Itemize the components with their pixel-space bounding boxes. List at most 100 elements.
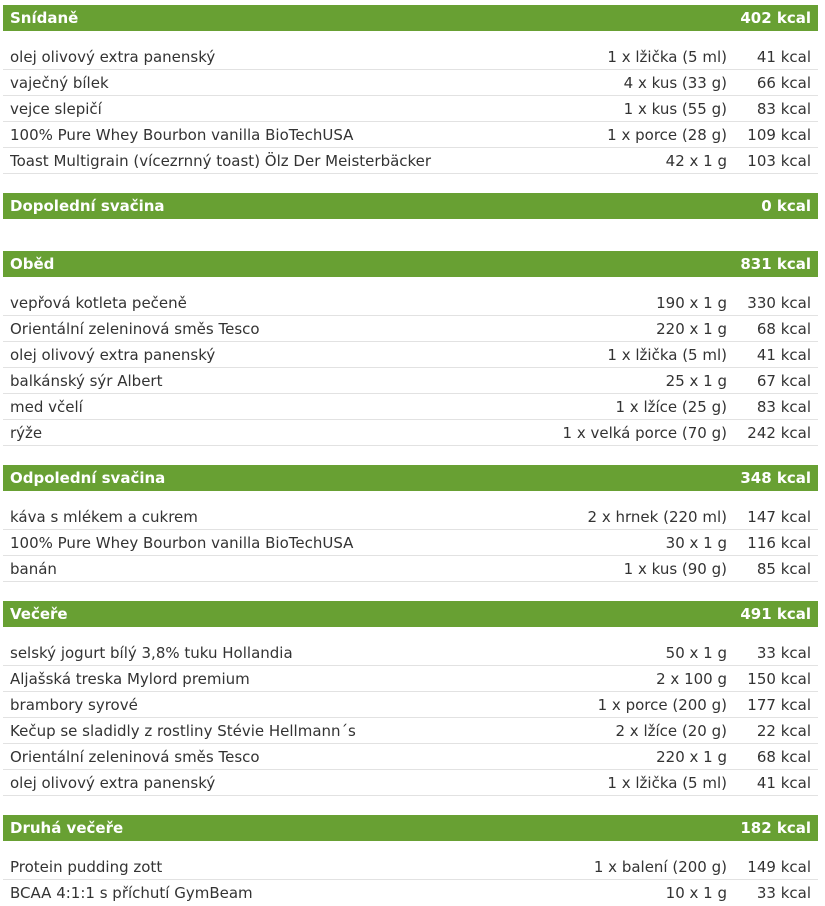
food-kcal: 33 kcal (756, 643, 811, 662)
meal-title: Druhá večeře (10, 819, 124, 837)
food-amount: 2 x hrnek (220 ml) (587, 507, 727, 526)
food-name: olej olivový extra panenský (10, 345, 216, 364)
meal-header: Druhá večeře 182 kcal (3, 815, 818, 841)
food-name: balkánský sýr Albert (10, 371, 163, 390)
meal-header: Dopolední svačina 0 kcal (3, 193, 818, 219)
food-row[interactable]: olej olivový extra panenský 1 x lžička (… (3, 770, 818, 796)
food-row[interactable]: vepřová kotleta pečeně 190 x 1 g 330 kca… (3, 290, 818, 316)
food-row[interactable]: Kečup se sladidly z rostliny Stévie Hell… (3, 718, 818, 744)
food-row[interactable]: rýže 1 x velká porce (70 g) 242 kcal (3, 420, 818, 446)
food-amount: 1 x lžička (5 ml) (607, 47, 727, 66)
food-name: Kečup se sladidly z rostliny Stévie Hell… (10, 721, 356, 740)
food-name: olej olivový extra panenský (10, 47, 216, 66)
food-name: 100% Pure Whey Bourbon vanilla BioTechUS… (10, 125, 354, 144)
food-name: vepřová kotleta pečeně (10, 293, 187, 312)
food-kcal: 242 kcal (747, 423, 811, 442)
food-kcal: 33 kcal (756, 884, 811, 902)
food-amount: 1 x lžička (5 ml) (607, 345, 727, 364)
food-row[interactable]: Orientální zeleninová směs Tesco 220 x 1… (3, 744, 818, 770)
food-row[interactable]: 100% Pure Whey Bourbon vanilla BioTechUS… (3, 530, 818, 556)
food-name: vejce slepičí (10, 99, 102, 118)
food-kcal: 41 kcal (756, 345, 811, 364)
food-row[interactable]: Aljašská treska Mylord premium 2 x 100 g… (3, 666, 818, 692)
food-amount: 1 x balení (200 g) (593, 857, 727, 876)
food-name: banán (10, 559, 57, 578)
food-name: Orientální zeleninová směs Tesco (10, 319, 260, 338)
food-amount: 1 x velká porce (70 g) (562, 423, 727, 442)
food-row[interactable]: káva s mlékem a cukrem 2 x hrnek (220 ml… (3, 504, 818, 530)
food-name: Toast Multigrain (vícezrnný toast) Ölz D… (10, 151, 432, 170)
food-row[interactable]: Protein pudding zott 1 x balení (200 g) … (3, 854, 818, 880)
food-row[interactable]: brambory syrové 1 x porce (200 g) 177 kc… (3, 692, 818, 718)
food-kcal: 147 kcal (747, 507, 811, 526)
food-row[interactable]: selský jogurt bílý 3,8% tuku Hollandia 5… (3, 640, 818, 666)
food-kcal: 149 kcal (747, 857, 811, 876)
food-amount: 30 x 1 g (665, 533, 727, 552)
food-name: káva s mlékem a cukrem (10, 507, 198, 526)
food-amount: 4 x kus (33 g) (623, 73, 727, 92)
meal-druha-vecere: Druhá večeře 182 kcal Protein pudding zo… (3, 815, 818, 906)
food-name: olej olivový extra panenský (10, 773, 216, 792)
food-amount: 220 x 1 g (656, 319, 727, 338)
meal-title: Odpolední svačina (10, 469, 166, 487)
food-name: rýže (10, 423, 43, 442)
food-kcal: 177 kcal (747, 695, 811, 714)
food-kcal: 116 kcal (747, 533, 811, 552)
food-amount: 50 x 1 g (665, 643, 727, 662)
food-kcal: 68 kcal (756, 747, 811, 766)
food-amount: 10 x 1 g (665, 884, 727, 902)
meal-title: Dopolední svačina (10, 197, 165, 215)
meal-header: Večeře 491 kcal (3, 601, 818, 627)
food-name: 100% Pure Whey Bourbon vanilla BioTechUS… (10, 533, 354, 552)
food-row[interactable]: vejce slepičí 1 x kus (55 g) 83 kcal (3, 96, 818, 122)
meal-title: Večeře (10, 605, 68, 623)
meal-header: Odpolední svačina 348 kcal (3, 465, 818, 491)
food-amount: 1 x porce (28 g) (607, 125, 727, 144)
food-kcal: 150 kcal (747, 669, 811, 688)
meal-dopoledni-svacina: Dopolední svačina 0 kcal (3, 193, 818, 219)
food-kcal: 66 kcal (756, 73, 811, 92)
food-amount: 1 x kus (90 g) (623, 559, 727, 578)
meal-items: káva s mlékem a cukrem 2 x hrnek (220 ml… (3, 491, 818, 582)
food-row[interactable]: olej olivový extra panenský 1 x lžička (… (3, 342, 818, 368)
food-row[interactable]: med včelí 1 x lžíce (25 g) 83 kcal (3, 394, 818, 420)
meal-header: Oběd 831 kcal (3, 251, 818, 277)
food-kcal: 83 kcal (756, 397, 811, 416)
meal-items: vepřová kotleta pečeně 190 x 1 g 330 kca… (3, 277, 818, 446)
food-name: med včelí (10, 397, 83, 416)
food-row[interactable]: olej olivový extra panenský 1 x lžička (… (3, 44, 818, 70)
meal-obed: Oběd 831 kcal vepřová kotleta pečeně 190… (3, 251, 818, 446)
food-name: selský jogurt bílý 3,8% tuku Hollandia (10, 643, 293, 662)
meal-total-kcal: 491 kcal (740, 605, 811, 623)
meal-items: olej olivový extra panenský 1 x lžička (… (3, 31, 818, 174)
food-amount: 1 x kus (55 g) (623, 99, 727, 118)
meal-total-kcal: 831 kcal (740, 255, 811, 273)
food-row[interactable]: Toast Multigrain (vícezrnný toast) Ölz D… (3, 148, 818, 174)
food-kcal: 68 kcal (756, 319, 811, 338)
food-kcal: 67 kcal (756, 371, 811, 390)
food-name: Orientální zeleninová směs Tesco (10, 747, 260, 766)
food-row[interactable]: 100% Pure Whey Bourbon vanilla BioTechUS… (3, 122, 818, 148)
meal-odpoledni-svacina: Odpolední svačina 348 kcal káva s mlékem… (3, 465, 818, 582)
meal-header: Snídaně 402 kcal (3, 5, 818, 31)
food-amount: 25 x 1 g (665, 371, 727, 390)
food-amount: 2 x 100 g (656, 669, 727, 688)
meal-total-kcal: 182 kcal (740, 819, 811, 837)
meal-total-kcal: 348 kcal (740, 469, 811, 487)
food-kcal: 103 kcal (747, 151, 811, 170)
food-kcal: 22 kcal (756, 721, 811, 740)
meal-title: Snídaně (10, 9, 79, 27)
food-name: BCAA 4:1:1 s příchutí GymBeam (10, 884, 253, 902)
food-row[interactable]: BCAA 4:1:1 s příchutí GymBeam 10 x 1 g 3… (3, 880, 818, 906)
food-kcal: 83 kcal (756, 99, 811, 118)
food-amount: 190 x 1 g (656, 293, 727, 312)
food-name: Protein pudding zott (10, 857, 163, 876)
meal-total-kcal: 0 kcal (761, 197, 811, 215)
food-name: Aljašská treska Mylord premium (10, 669, 250, 688)
food-row[interactable]: Orientální zeleninová směs Tesco 220 x 1… (3, 316, 818, 342)
food-amount: 42 x 1 g (665, 151, 727, 170)
food-row[interactable]: vaječný bílek 4 x kus (33 g) 66 kcal (3, 70, 818, 96)
food-row[interactable]: balkánský sýr Albert 25 x 1 g 67 kcal (3, 368, 818, 394)
food-row[interactable]: banán 1 x kus (90 g) 85 kcal (3, 556, 818, 582)
meal-items: Protein pudding zott 1 x balení (200 g) … (3, 841, 818, 906)
